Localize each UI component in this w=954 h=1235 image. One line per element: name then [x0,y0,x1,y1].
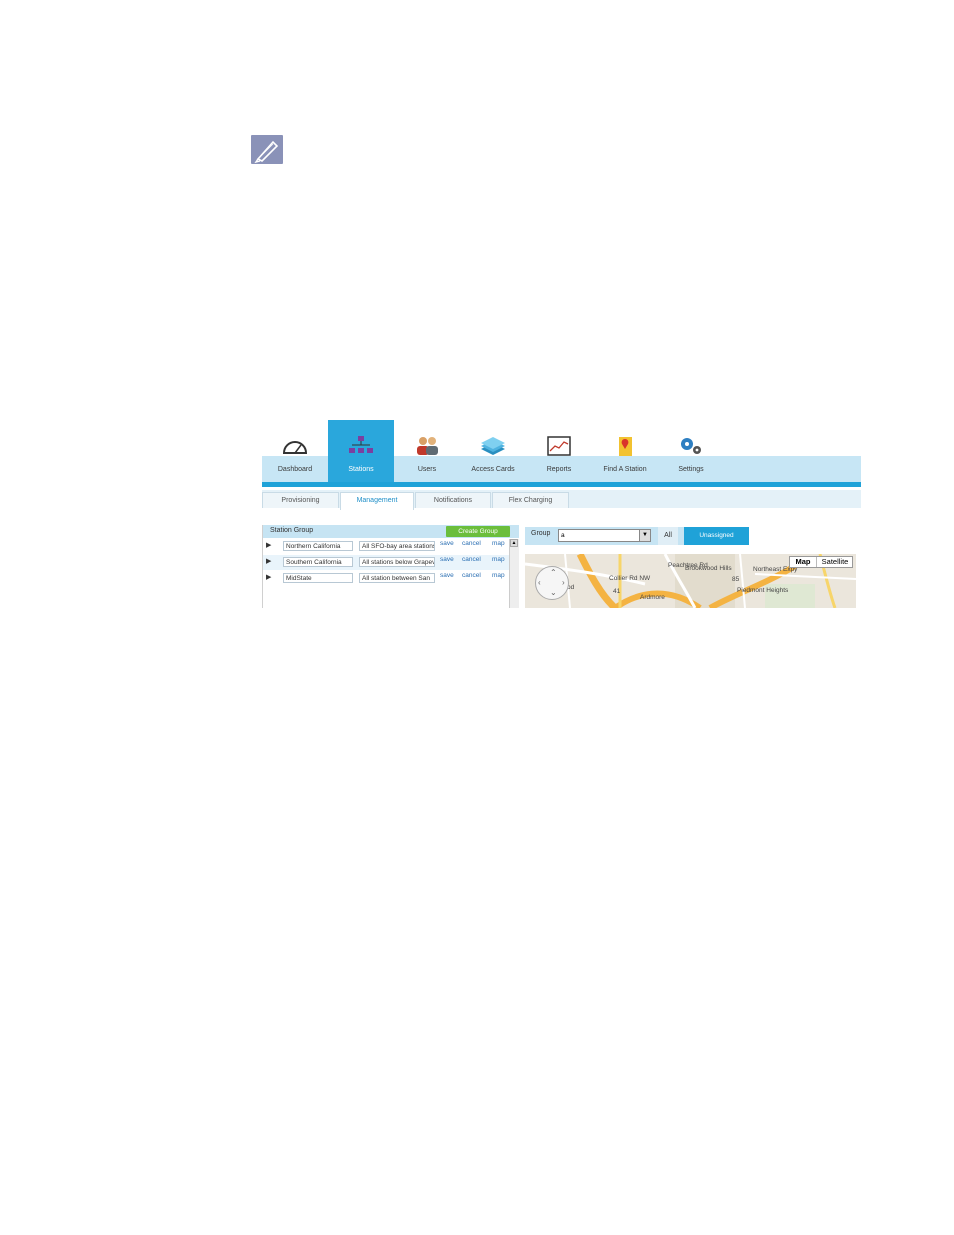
map-link[interactable]: map [492,556,505,563]
nav-access-cards[interactable]: Access Cards [460,420,526,482]
users-icon [417,437,438,455]
station-group-title: Station Group [270,527,314,534]
group-desc-input[interactable]: All stations below Grapevine [359,557,435,567]
map-type-map-button[interactable]: Map [790,557,817,567]
gauge-icon [282,441,308,454]
group-row: ▶ Northern California All SFO-bay area s… [263,539,519,554]
expand-arrow-icon[interactable]: ▶ [266,541,271,549]
group-row: ▶ MidState All station between San save … [263,571,519,586]
pan-left-icon[interactable]: ‹ [538,578,541,587]
group-desc-input[interactable]: All SFO-bay area stations [359,541,435,551]
nav-label: Users [417,466,437,473]
save-link[interactable]: save [440,556,454,563]
cancel-link[interactable]: cancel [462,540,481,547]
group-select-value: a [561,532,565,539]
map-pin-icon [619,437,632,456]
map-label-ardmore: Ardmore [640,594,665,601]
map-label-85: 85 [732,576,740,583]
nav-label: Settings [678,466,704,473]
save-link[interactable]: save [440,572,454,579]
save-link[interactable]: save [440,540,454,547]
group-name-input[interactable]: Northern California [283,541,353,551]
nav-label: Reports [546,466,572,473]
nav-label: Dashboard [277,466,313,473]
unassigned-button[interactable]: Unassigned [684,527,749,545]
map-label-brookwood: Brookwood Hills [685,565,732,572]
tab-flex-charging[interactable]: Flex Charging [492,492,569,508]
station-group-header: Station Group Create Group [263,525,519,538]
nav-label: Access Cards [471,466,515,473]
chart-icon [547,436,571,456]
cancel-link[interactable]: cancel [462,572,481,579]
tab-provisioning[interactable]: Provisioning [262,492,339,508]
group-label: Group [531,530,551,537]
map-label-collier: Collier Rd NW [609,575,651,582]
main-nav: Dashboard Stations Users Access Cards Re… [262,420,861,487]
map-label-piedmont: Piedmont Heights [737,587,789,594]
group-name-input[interactable]: MidState [283,573,353,583]
group-name-input[interactable]: Southern California [283,557,353,567]
create-group-button[interactable]: Create Group [446,526,510,537]
station-group-panel: Station Group Create Group ▶ Northern Ca… [262,525,519,608]
group-select[interactable]: a ▼ [558,529,651,542]
pan-right-icon[interactable]: › [562,578,565,587]
expand-arrow-icon[interactable]: ▶ [266,573,271,581]
group-filter-bar: Group a ▼ All Unassigned [525,527,749,545]
nav-label: Find A Station [603,466,647,473]
pan-up-icon[interactable]: ⌃ [550,568,557,577]
nav-underline [262,482,861,487]
nav-settings[interactable]: Settings [658,420,724,482]
tab-notifications[interactable]: Notifications [415,492,491,508]
map-label-41: 41 [613,588,621,595]
map-type-toggle: Map Satellite [789,556,853,568]
nav-reports[interactable]: Reports [526,420,592,482]
pan-down-icon[interactable]: ⌄ [550,588,557,597]
gears-icon [681,438,701,454]
nav-users[interactable]: Users [394,420,460,482]
map-link[interactable]: map [492,572,505,579]
pen-nib-icon [251,135,283,164]
expand-arrow-icon[interactable]: ▶ [266,557,271,565]
app-screenshot: Dashboard Stations Users Access Cards Re… [262,420,861,608]
map-view[interactable]: Collier Rd NW Peachtree Rd Brookwood Hil… [525,554,856,608]
tab-management[interactable]: Management [340,492,414,510]
map-link[interactable]: map [492,540,505,547]
map-pan-control[interactable]: ⌃ ‹ › ⌄ [535,566,569,600]
scroll-up-icon[interactable]: ▲ [510,539,518,547]
org-chart-icon [349,436,373,453]
cancel-link[interactable]: cancel [462,556,481,563]
map-type-satellite-button[interactable]: Satellite [817,557,853,567]
scrollbar[interactable]: ▲ [509,539,519,608]
nav-label: Stations [348,466,374,473]
all-button[interactable]: All [658,527,678,545]
chevron-down-icon[interactable]: ▼ [639,530,650,541]
cards-icon [481,437,505,455]
group-row: ▶ Southern California All stations below… [263,555,519,570]
nav-dashboard[interactable]: Dashboard [262,420,328,482]
nav-find-a-station[interactable]: Find A Station [592,420,658,482]
group-desc-input[interactable]: All station between San [359,573,435,583]
nav-stations[interactable]: Stations [328,420,394,482]
